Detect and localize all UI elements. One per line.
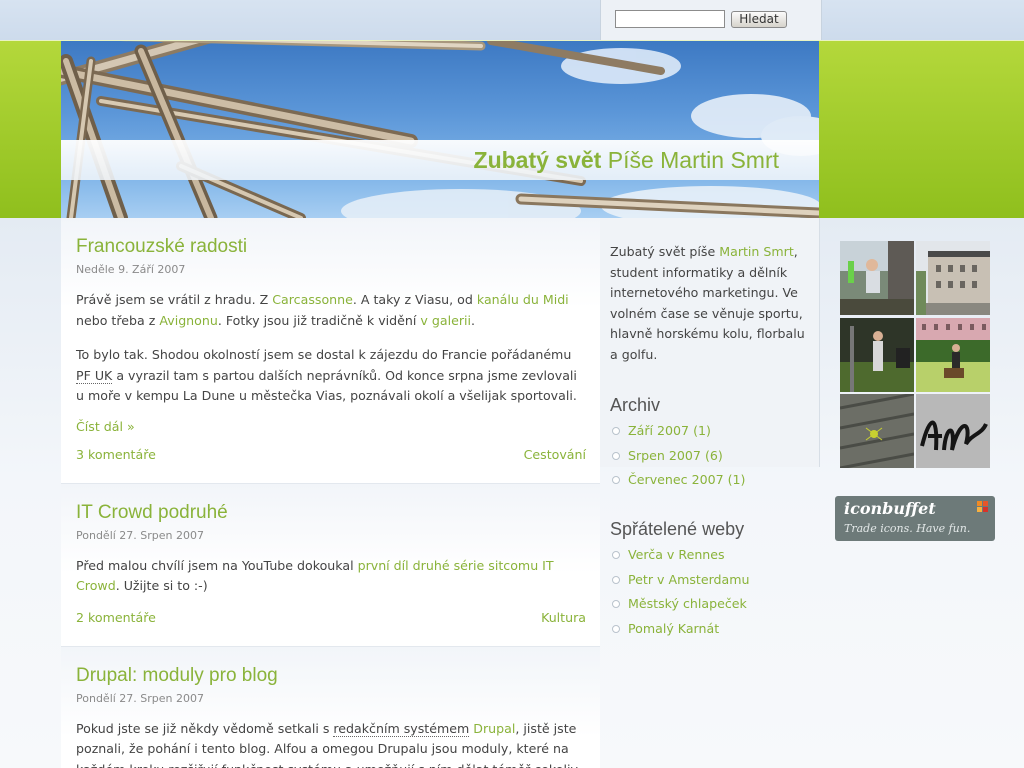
friend-item: Verča v Rennes	[610, 547, 810, 563]
main-content: Francouzské radosti Neděle 9. Září 2007 …	[61, 218, 600, 768]
text: a vyrazil tam s partou dalších neprávník…	[76, 367, 577, 404]
about-author-link[interactable]: Martin Smrt	[719, 244, 794, 259]
text: . Užijte si to :-)	[115, 578, 208, 593]
archive-item: Srpen 2007 (6)	[610, 448, 810, 464]
site-subtitle: Píše Martin Smrt	[607, 147, 779, 173]
site-title-bold[interactable]: Zubatý svět	[474, 147, 602, 173]
friend-item: Městský chlapeček	[610, 596, 810, 612]
gallery-photo[interactable]	[840, 241, 914, 315]
archive-link[interactable]: Srpen 2007 (6)	[628, 448, 723, 463]
comments-link[interactable]: 3 komentáře	[76, 447, 156, 462]
post-paragraph: Před malou chvílí jsem na YouTube dokouk…	[76, 556, 586, 597]
abbr-cms: redakčním systémem	[333, 720, 470, 737]
friend-link[interactable]: Verča v Rennes	[628, 547, 725, 562]
post: Drupal: moduly pro blog Pondělí 27. Srpe…	[61, 646, 600, 768]
link-drupal[interactable]: Drupal	[473, 721, 515, 736]
site-title[interactable]: Zubatý svět Píše Martin Smrt	[474, 147, 779, 174]
header-banner: Zubatý svět Píše Martin Smrt	[61, 41, 819, 218]
photo-garden	[916, 318, 990, 392]
link-gallery[interactable]: v galerii	[420, 313, 471, 328]
sidebar: Zubatý svět píše Martin Smrt, student in…	[600, 218, 820, 768]
iconbuffet-tagline: Trade icons. Have fun.	[844, 522, 971, 535]
text: nebo třeba z	[76, 312, 160, 328]
text: Před malou chvílí jsem na YouTube dokouk…	[76, 557, 358, 573]
post-title[interactable]: Francouzské radosti	[76, 236, 247, 257]
post-title[interactable]: IT Crowd podruhé	[76, 502, 228, 523]
post-date: Pondělí 27. Srpen 2007	[76, 691, 205, 705]
archive-link[interactable]: Červenec 2007 (1)	[628, 472, 745, 487]
clouds	[341, 48, 819, 218]
about-text: Zubatý svět píše Martin Smrt, student in…	[600, 218, 819, 365]
photo-chateau	[916, 241, 990, 315]
post: Francouzské radosti Neděle 9. Září 2007 …	[61, 218, 600, 484]
photo-gallery	[840, 241, 990, 468]
top-band	[0, 0, 1024, 40]
text: Zubatý svět píše	[610, 244, 720, 259]
link-avignon[interactable]: Avignonu	[159, 313, 217, 328]
gallery-photo[interactable]	[916, 394, 990, 468]
iconbuffet-title: iconbuffet	[844, 499, 936, 518]
post: IT Crowd podruhé Pondělí 27. Srpen 2007 …	[61, 483, 600, 647]
archive-heading: Archiv	[610, 395, 661, 415]
text: , student informatiky a dělník interneto…	[610, 244, 805, 362]
post-paragraph: Právě jsem se vrátil z hradu. Z Carcasso…	[76, 290, 586, 331]
friend-item: Pomalý Karnát	[610, 621, 810, 637]
header-image-wooden-poles	[61, 41, 819, 218]
friend-item: Petr v Amsterdamu	[610, 572, 810, 588]
iconbuffet-banner[interactable]: iconbuffet Trade icons. Have fun.	[835, 496, 995, 541]
search-form: Hledat	[600, 0, 822, 40]
gallery-photo[interactable]	[840, 394, 914, 468]
friend-link[interactable]: Městský chlapeček	[628, 596, 747, 611]
category-link[interactable]: Cestování	[524, 447, 586, 462]
gallery-photo[interactable]	[840, 318, 914, 392]
photo-wooden-boards	[840, 394, 914, 468]
gallery-photo[interactable]	[916, 241, 990, 315]
photo-concert	[840, 318, 914, 392]
post-title[interactable]: Drupal: moduly pro blog	[76, 665, 278, 686]
link-canal-du-midi[interactable]: kanálu du Midi	[477, 292, 569, 307]
friends-heading: Spřátelené weby	[610, 519, 745, 539]
post-meta: 2 komentáře Kultura	[76, 610, 586, 646]
read-more-link[interactable]: Číst dál »	[76, 419, 586, 434]
post-date: Neděle 9. Září 2007	[76, 263, 186, 276]
post-meta: 3 komentáře Cestování	[76, 447, 586, 483]
archive-link[interactable]: Září 2007 (1)	[628, 423, 711, 438]
archive-list: Září 2007 (1) Srpen 2007 (6) Červenec 20…	[610, 423, 810, 488]
archive-section: Archiv Září 2007 (1) Srpen 2007 (6) Červ…	[610, 395, 810, 488]
friends-list: Verča v Rennes Petr v Amsterdamu Městský…	[610, 547, 810, 637]
friend-link[interactable]: Pomalý Karnát	[628, 621, 719, 636]
abbr-pf-uk: PF UK	[76, 367, 113, 384]
photo-man-on-wall	[840, 241, 914, 315]
comments-link[interactable]: 2 komentáře	[76, 610, 156, 625]
photo-wire-sculpture	[916, 394, 990, 468]
gallery-photo[interactable]	[916, 318, 990, 392]
archive-item: Září 2007 (1)	[610, 423, 810, 439]
iconbuffet-logo-icon	[977, 501, 988, 512]
post-paragraph: Pokud jste se již někdy vědomě setkali s…	[76, 719, 586, 768]
text: .	[471, 312, 476, 328]
text: Právě jsem se vrátil z hradu. Z	[76, 292, 273, 307]
text: Pokud jste se již někdy vědomě setkali s	[76, 720, 334, 736]
post-date: Pondělí 27. Srpen 2007	[76, 528, 205, 542]
friend-link[interactable]: Petr v Amsterdamu	[628, 572, 750, 587]
text: . Fotky jsou již tradičně k vidění	[217, 312, 421, 328]
search-input[interactable]	[615, 10, 725, 28]
text: . A taky z Viasu, od	[352, 292, 477, 307]
archive-item: Červenec 2007 (1)	[610, 472, 810, 488]
post-paragraph: To bylo tak. Shodou okolností jsem se do…	[76, 345, 586, 407]
category-link[interactable]: Kultura	[541, 610, 586, 625]
friends-section: Spřátelené weby Verča v Rennes Petr v Am…	[610, 519, 810, 637]
link-carcassonne[interactable]: Carcassonne	[272, 292, 353, 307]
search-button[interactable]: Hledat	[731, 11, 787, 28]
text: To bylo tak. Shodou okolností jsem se do…	[76, 347, 572, 362]
